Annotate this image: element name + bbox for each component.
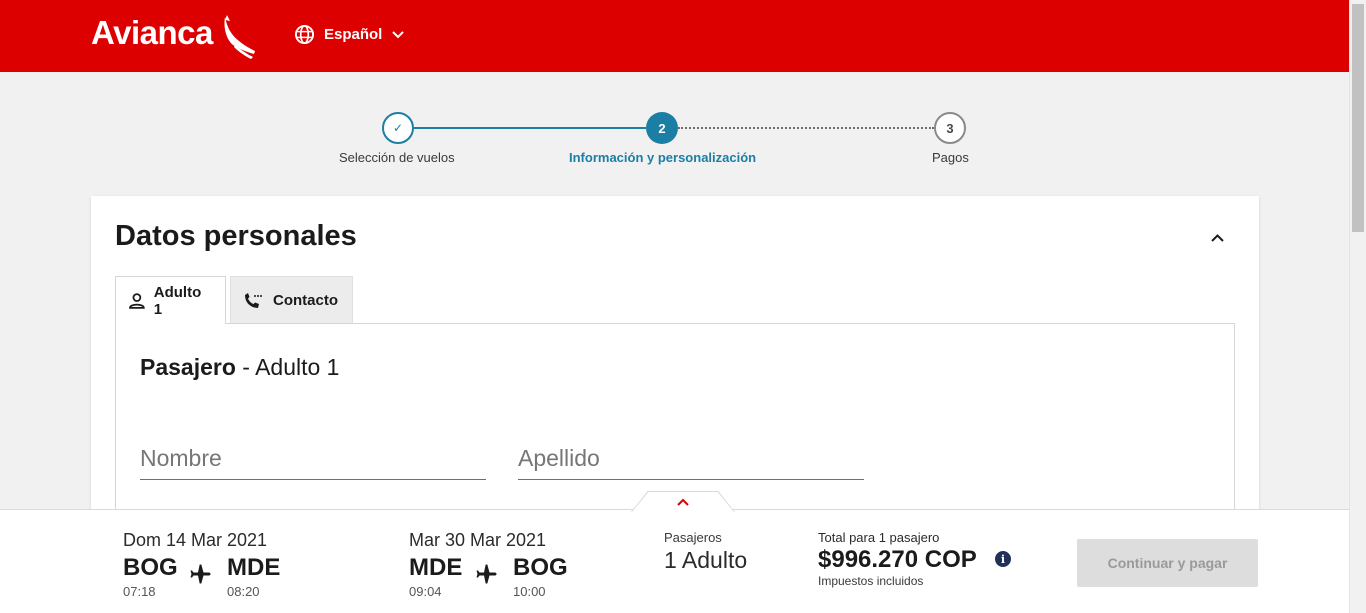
first-name-field	[140, 430, 486, 480]
last-name-input[interactable]	[518, 430, 864, 479]
departure-time: 09:04	[409, 584, 442, 599]
section-title: Datos personales	[115, 220, 357, 252]
tab-label: Adulto 1	[153, 283, 202, 318]
stepper-pending-line	[678, 127, 934, 129]
passenger-heading: Pasajero - Adulto 1	[140, 354, 339, 381]
tab-adulto-1[interactable]: Adulto 1	[115, 276, 226, 324]
top-header: Avianca Español	[0, 0, 1349, 72]
info-icon[interactable]: i	[995, 551, 1011, 567]
flight-date: Mar 30 Mar 2021	[409, 530, 547, 550]
airplane-icon	[190, 564, 211, 584]
tab-contacto[interactable]: Contacto	[230, 276, 353, 324]
first-name-input[interactable]	[140, 430, 486, 479]
step-1-circle: ✓	[382, 112, 414, 144]
phone-icon	[245, 292, 262, 308]
passengers-summary: Pasajeros 1 Adulto	[664, 530, 747, 574]
taxes-note: Impuestos incluidos	[818, 574, 924, 588]
step-1-label: Selección de vuelos	[339, 150, 455, 165]
expand-summary-button[interactable]	[632, 492, 734, 512]
globe-icon	[294, 24, 315, 45]
total-label: Total para 1 pasajero	[818, 530, 940, 545]
language-label: Español	[324, 26, 383, 43]
passengers-value: 1 Adulto	[664, 547, 748, 573]
brand-name: Avianca	[91, 14, 213, 51]
airplane-icon	[476, 564, 497, 584]
collapse-button[interactable]	[1205, 228, 1229, 248]
bird-logo-icon	[224, 15, 255, 59]
step-2-label: Información y personalización	[569, 150, 757, 165]
step-3-circle: 3	[934, 112, 966, 144]
chevron-down-icon	[392, 30, 405, 38]
step-3-label: Pagos	[932, 150, 969, 165]
total-price: $996.270 COP	[818, 546, 977, 573]
scrollbar-thumb[interactable]	[1352, 4, 1364, 232]
origin-code: BOG	[123, 554, 178, 581]
last-name-field	[518, 430, 864, 480]
passenger-heading-rest: - Adulto 1	[235, 354, 340, 380]
continue-and-pay-button[interactable]: Continuar y pagar	[1077, 539, 1258, 587]
step-2-circle: 2	[646, 112, 678, 144]
chevron-up-icon	[1210, 234, 1224, 242]
return-flight: Mar 30 Mar 2021 MDE 09:04 BOG 10:00	[409, 530, 568, 599]
total-summary: Total para 1 pasajero $996.270 COP Impue…	[818, 530, 977, 588]
person-icon	[129, 292, 145, 309]
passengers-label: Pasajeros	[664, 530, 722, 545]
flight-date: Dom 14 Mar 2021	[123, 530, 268, 550]
flight-route: BOG 07:18 MDE 08:20	[123, 554, 293, 604]
origin-code: MDE	[409, 554, 463, 581]
chevron-up-icon	[677, 498, 689, 506]
avianca-logo[interactable]: Avianca	[91, 14, 257, 59]
outbound-flight: Dom 14 Mar 2021 BOG 07:18 MDE 08:20	[123, 530, 280, 599]
passenger-heading-bold: Pasajero	[140, 354, 236, 380]
tab-label: Contacto	[273, 292, 338, 309]
check-icon: ✓	[392, 121, 404, 135]
personal-data-card: Datos personales Adulto 1 Contacto Pasaj…	[91, 196, 1259, 533]
vertical-scrollbar[interactable]	[1349, 0, 1366, 613]
stepper-progress-line	[414, 127, 646, 129]
flight-route: MDE 09:04 BOG 10:00	[409, 554, 579, 604]
departure-time: 07:18	[123, 584, 156, 599]
booking-summary-bar: Dom 14 Mar 2021 BOG 07:18 MDE 08:20 Mar …	[0, 509, 1349, 613]
arrival-time: 08:20	[227, 584, 260, 599]
destination-code: MDE	[227, 554, 281, 581]
arrival-time: 10:00	[513, 584, 546, 599]
language-selector[interactable]: Español	[294, 24, 405, 45]
destination-code: BOG	[513, 554, 568, 581]
